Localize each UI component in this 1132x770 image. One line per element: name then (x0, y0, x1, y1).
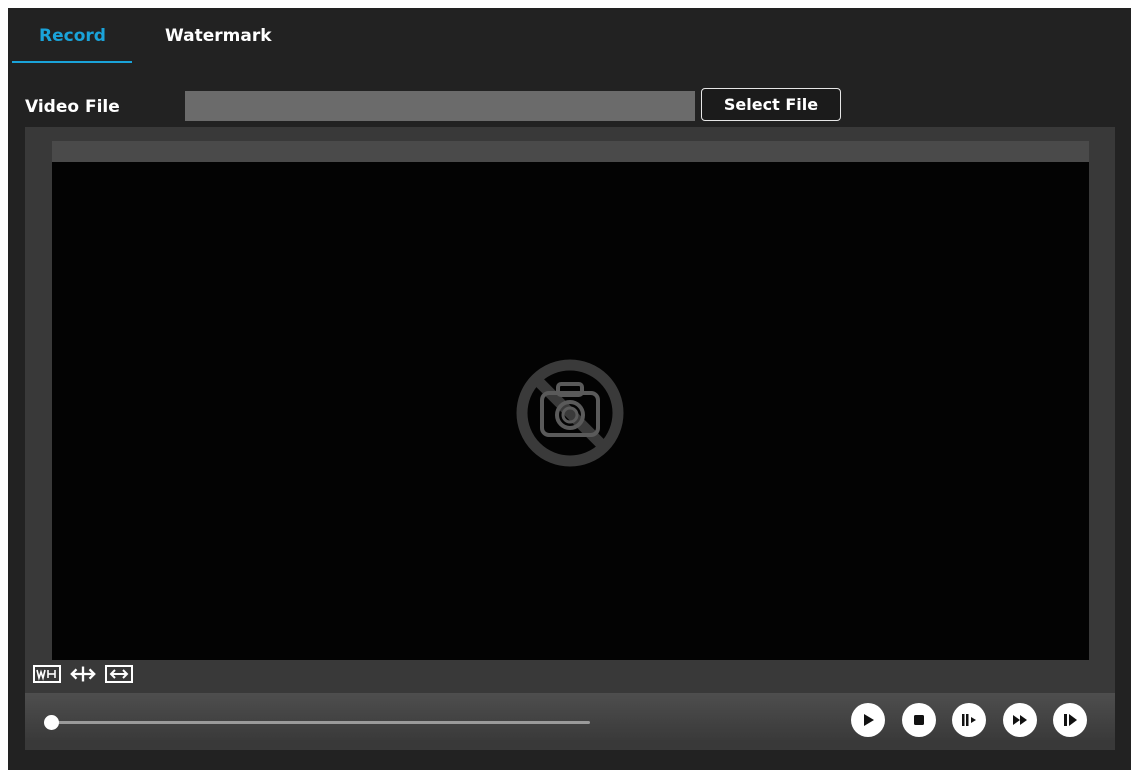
view-tools (33, 663, 133, 685)
no-camera-icon (516, 359, 624, 467)
tab-bar: Record Watermark (8, 8, 1131, 66)
stop-button[interactable] (902, 703, 936, 737)
tab-watermark[interactable]: Watermark (165, 26, 272, 46)
play-icon (864, 714, 874, 726)
select-file-button[interactable]: Select File (701, 88, 841, 121)
progress-track[interactable] (50, 721, 590, 724)
progress-thumb[interactable] (44, 715, 59, 730)
fast-forward-button[interactable] (1003, 703, 1037, 737)
play-button[interactable] (851, 703, 885, 737)
wh-ratio-icon[interactable] (33, 664, 61, 684)
frame-step-button[interactable] (952, 703, 986, 737)
active-tab-indicator (12, 61, 132, 63)
tab-record[interactable]: Record (39, 26, 106, 46)
step-forward-button[interactable] (1053, 703, 1087, 737)
video-player (25, 127, 1115, 750)
video-display[interactable] (52, 162, 1089, 660)
app-window: Record Watermark Video File Select File (8, 8, 1131, 770)
video-file-path-input[interactable] (185, 91, 695, 121)
stop-icon (914, 715, 924, 725)
video-file-label: Video File (25, 97, 120, 117)
frame-step-icon (962, 714, 976, 726)
step-forward-icon (1064, 714, 1077, 726)
horizontal-stretch-icon[interactable] (69, 664, 97, 684)
fast-forward-icon (1013, 715, 1027, 725)
playback-control-bar (25, 693, 1115, 740)
player-title-bar (52, 141, 1089, 163)
fit-width-icon[interactable] (105, 664, 133, 684)
